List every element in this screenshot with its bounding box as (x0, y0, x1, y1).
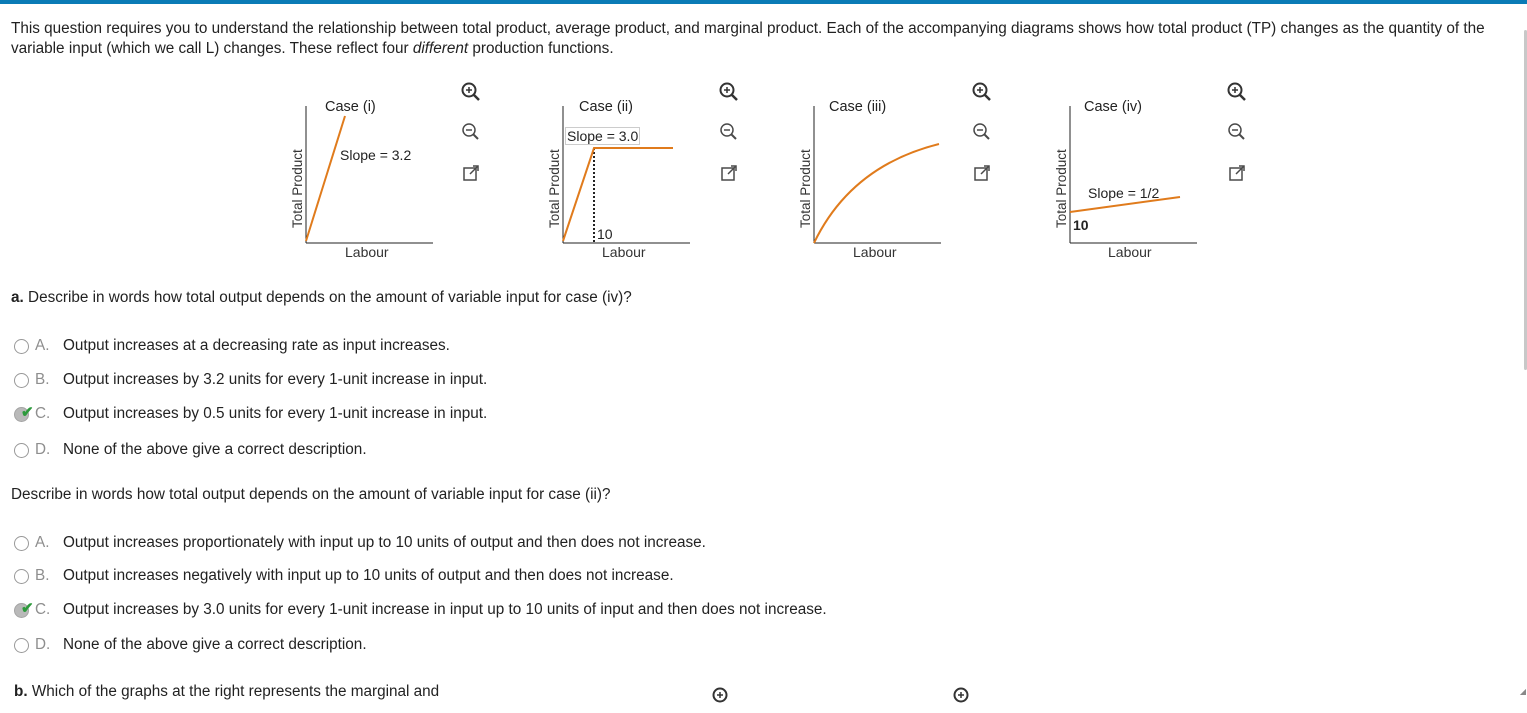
radio-button-selected[interactable]: ✔ (14, 600, 34, 618)
x-axis-label: Labour (1108, 244, 1152, 260)
zoom-in-icon[interactable] (971, 81, 993, 103)
x-axis-label: Labour (345, 244, 389, 260)
graph-title: Case (iii) (829, 99, 887, 115)
radio-button[interactable] (14, 535, 29, 551)
scroll-down-icon[interactable]: ◢ (1520, 687, 1526, 696)
zoom-out-icon[interactable] (460, 121, 482, 143)
popout-icon[interactable] (1226, 162, 1248, 184)
popout-icon[interactable] (460, 162, 482, 184)
y-axis-label: Total Product (290, 149, 305, 228)
zoom-in-icon[interactable] (460, 81, 482, 103)
graph-case-i: Case (i) Total Product Labour Slope = 3.… (288, 86, 458, 266)
option-a1[interactable]: A. Output increases at a decreasing rate … (14, 337, 450, 355)
option-b1[interactable]: B. Output increases by 3.2 units for ever… (14, 371, 487, 389)
zoom-in-icon[interactable] (952, 686, 974, 708)
graph-title: Case (iv) (1084, 99, 1143, 115)
option-c2[interactable]: ✔ C. Output increases by 3.0 units for eve… (14, 600, 827, 619)
tick-label: 10 (597, 226, 613, 242)
zoom-in-icon[interactable] (718, 81, 740, 103)
tp-curve (813, 143, 940, 244)
radio-button-selected[interactable]: ✔ (14, 404, 34, 422)
radio-button[interactable] (14, 372, 29, 388)
popout-icon[interactable] (971, 162, 993, 184)
x-axis-label: Labour (602, 244, 646, 260)
zoom-out-icon[interactable] (1226, 121, 1248, 143)
option-b2[interactable]: B. Output increases negatively with input… (14, 567, 674, 585)
check-icon: ✔ (21, 403, 34, 421)
tp-curve (562, 147, 673, 242)
tp-curve (305, 115, 346, 242)
zoom-in-icon[interactable] (711, 686, 733, 708)
zoom-in-icon[interactable] (1226, 81, 1248, 103)
graph-case-iv: Case (iv) Total Product Labour Slope = 1… (1052, 86, 1222, 266)
graph-case-ii: Case (ii) Total Product Labour Slope = 3… (545, 86, 715, 266)
slope-label: Slope = 3.0 (565, 127, 641, 145)
y-axis-label: Total Product (1054, 149, 1069, 228)
question-a2: Describe in words how total output depen… (11, 486, 611, 503)
question-b: b. Which of the graphs at the right repr… (14, 683, 440, 700)
y-axis-label: Total Product (798, 149, 813, 228)
slope-label: Slope = 3.2 (340, 147, 412, 163)
question-intro: This question requires you to understand… (11, 20, 1485, 57)
x-axis-label: Labour (853, 244, 897, 260)
tick-label: 10 (1073, 217, 1089, 233)
option-d2[interactable]: D. None of the above give a correct descr… (14, 636, 367, 654)
check-icon: ✔ (21, 599, 34, 617)
option-d1[interactable]: D. None of the above give a correct descr… (14, 441, 367, 459)
graph-title: Case (ii) (579, 99, 633, 115)
graph-title: Case (i) (325, 99, 376, 115)
top-accent-bar (0, 0, 1527, 4)
radio-button[interactable] (14, 637, 29, 653)
graph-case-iii: Case (iii) Total Product Labour (796, 86, 966, 266)
slope-label: Slope = 1/2 (1088, 185, 1160, 201)
y-axis-label: Total Product (547, 149, 562, 228)
zoom-out-icon[interactable] (971, 121, 993, 143)
question-a: a. Describe in words how total output de… (11, 289, 632, 306)
radio-button[interactable] (14, 568, 29, 584)
option-a2[interactable]: A. Output increases proportionately with … (14, 534, 706, 552)
popout-icon[interactable] (718, 162, 740, 184)
radio-button[interactable] (14, 338, 29, 354)
option-c1[interactable]: ✔ C. Output increases by 0.5 units for eve… (14, 404, 487, 423)
radio-button[interactable] (14, 442, 29, 458)
zoom-out-icon[interactable] (718, 121, 740, 143)
